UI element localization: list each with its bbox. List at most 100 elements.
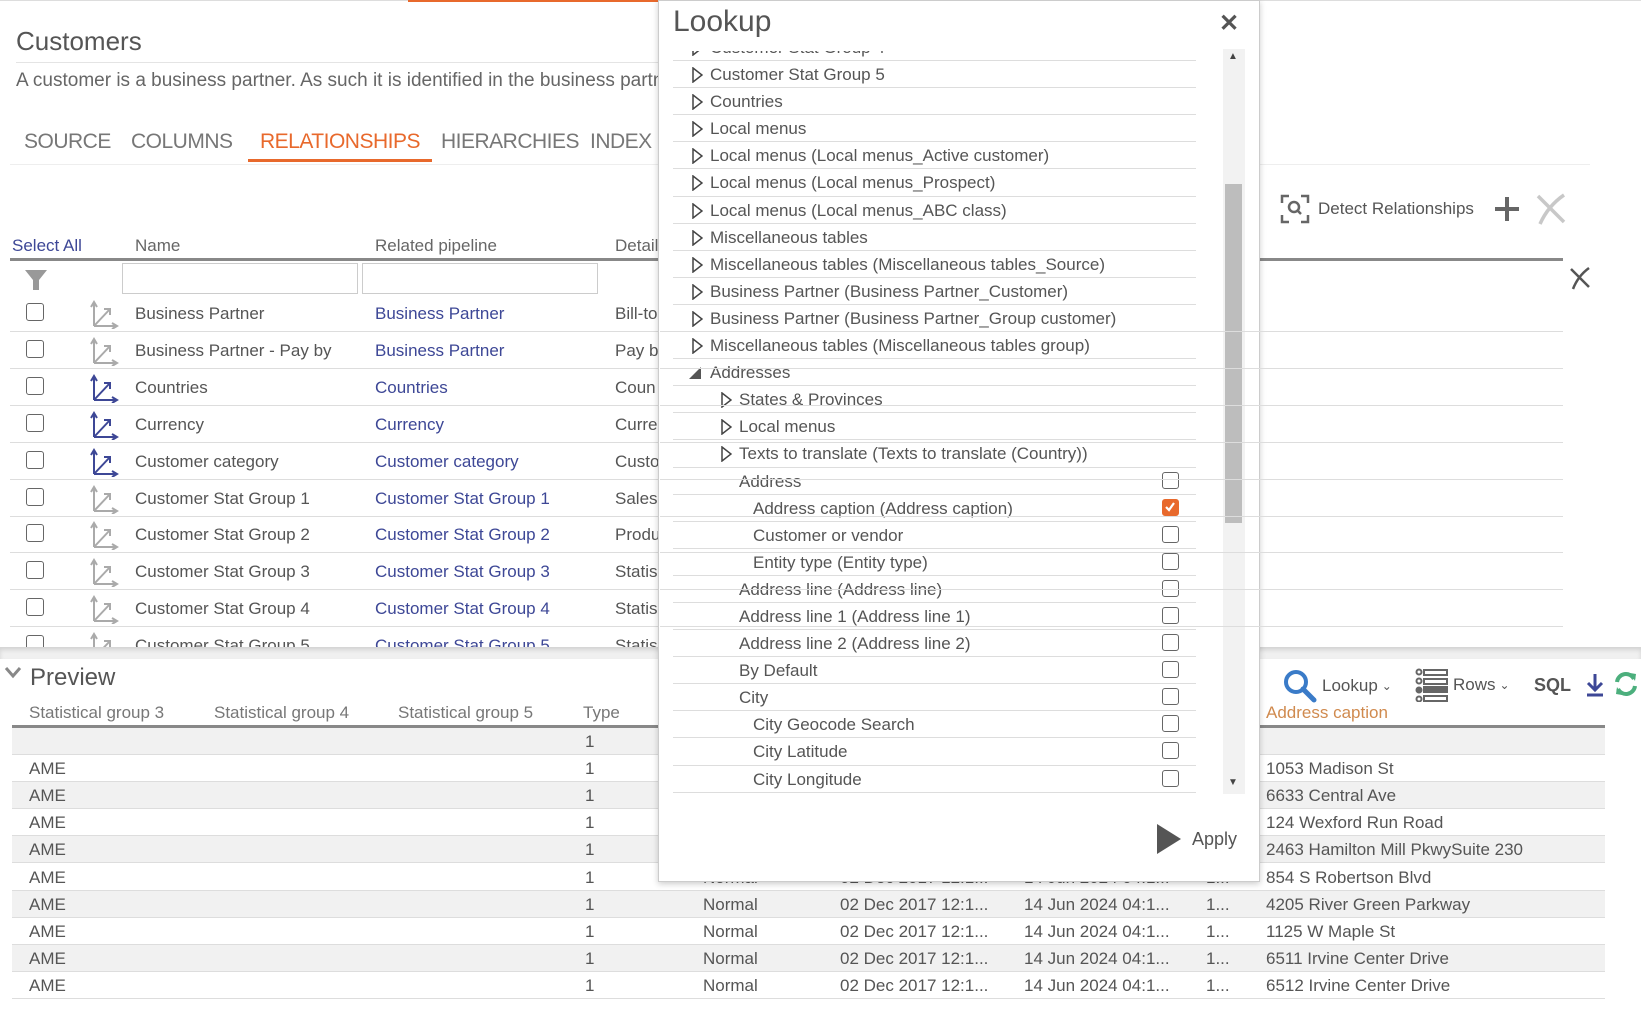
collapsed-triangle-icon[interactable] bbox=[692, 174, 704, 196]
tree-item[interactable]: Addresses bbox=[673, 359, 1196, 387]
add-icon[interactable] bbox=[1492, 194, 1522, 224]
table-row[interactable]: Customer Stat Group 5 Customer Stat Group… bbox=[10, 627, 660, 647]
tree-item[interactable]: Miscellaneous tables (Miscellaneous tabl… bbox=[673, 251, 1196, 278]
table-row[interactable]: Customer Stat Group 4 Customer Stat Group… bbox=[10, 590, 660, 628]
sql-button[interactable]: SQL bbox=[1534, 675, 1571, 696]
collapsed-triangle-icon[interactable] bbox=[692, 310, 704, 332]
tree-item[interactable]: Countries bbox=[673, 88, 1196, 116]
related-pipeline-link[interactable]: Countries bbox=[375, 378, 448, 398]
collapsed-triangle-icon[interactable] bbox=[692, 229, 704, 251]
row-checkbox[interactable] bbox=[26, 598, 44, 617]
table-row[interactable]: AME 1 Normal 02 Dec 2017 12:1... 14 Jun 2024… bbox=[12, 944, 1605, 972]
lookup-button[interactable]: Lookup ⌄ bbox=[1282, 668, 1392, 704]
row-checkbox[interactable] bbox=[26, 413, 44, 432]
collapsed-triangle-icon[interactable] bbox=[692, 202, 704, 224]
table-row[interactable]: Business Partner Business Partner Bill-to bbox=[10, 295, 660, 332]
related-pipeline-link[interactable]: Currency bbox=[375, 415, 444, 435]
table-row[interactable]: Customer Stat Group 1 Customer Stat Group… bbox=[10, 480, 660, 517]
tab-relationships[interactable]: RELATIONSHIPS bbox=[248, 130, 432, 162]
column-header-statistical-group-4[interactable]: Statistical group 4 bbox=[214, 703, 349, 723]
filter-icon[interactable] bbox=[24, 268, 48, 292]
column-header-statistical-group-5[interactable]: Statistical group 5 bbox=[398, 703, 533, 723]
table-row[interactable]: Countries Countries Coun bbox=[10, 369, 660, 406]
tree-item[interactable]: Customer Stat Group 5 bbox=[673, 61, 1196, 89]
collapsed-triangle-icon[interactable] bbox=[721, 418, 733, 440]
table-row[interactable]: Customer Stat Group 2 Customer Stat Group… bbox=[10, 516, 660, 554]
table-row[interactable]: Business Partner - Pay by Business Partne… bbox=[10, 332, 660, 369]
column-header-detail[interactable]: Detail bbox=[615, 236, 658, 256]
collapsed-triangle-icon[interactable] bbox=[721, 445, 733, 467]
collapsed-triangle-icon[interactable] bbox=[692, 337, 704, 359]
related-pipeline-link[interactable]: Business Partner bbox=[375, 304, 504, 324]
download-icon[interactable] bbox=[1584, 672, 1606, 698]
collapsed-triangle-icon[interactable] bbox=[721, 391, 733, 413]
checkbox[interactable] bbox=[1162, 688, 1179, 706]
tree-item[interactable]: Address caption (Address caption) bbox=[673, 495, 1196, 522]
checkbox[interactable] bbox=[1162, 552, 1179, 570]
checkbox[interactable] bbox=[1162, 715, 1179, 733]
table-row[interactable]: Currency Currency Curre bbox=[10, 406, 660, 443]
related-pipeline-link[interactable]: Customer Stat Group 3 bbox=[375, 562, 550, 582]
collapsed-triangle-icon[interactable] bbox=[692, 66, 704, 88]
checkbox[interactable] bbox=[1162, 661, 1179, 679]
tree-item[interactable]: City Latitude bbox=[673, 738, 1196, 766]
tree-item[interactable]: Local menus bbox=[673, 413, 1196, 441]
tree-item[interactable]: Texts to translate (Texts to translate (… bbox=[673, 440, 1196, 468]
collapsed-triangle-icon[interactable] bbox=[692, 120, 704, 142]
collapsed-triangle-icon[interactable] bbox=[692, 51, 703, 61]
tree-item[interactable]: Local menus (Local menus_ABC class) bbox=[673, 197, 1196, 224]
row-checkbox[interactable] bbox=[26, 524, 44, 543]
related-pipeline-link[interactable]: Business Partner bbox=[375, 341, 504, 361]
row-checkbox[interactable] bbox=[26, 450, 44, 469]
tree-item[interactable]: Customer Stat Group 4 bbox=[673, 51, 1196, 62]
tree-item[interactable]: City bbox=[673, 684, 1196, 712]
row-checkbox[interactable] bbox=[26, 376, 44, 395]
collapsed-triangle-icon[interactable] bbox=[692, 256, 704, 278]
scroll-down-icon[interactable]: ▼ bbox=[1228, 777, 1238, 788]
related-pipeline-link[interactable]: Customer Stat Group 5 bbox=[375, 636, 550, 647]
tab-index[interactable]: INDEX bbox=[590, 130, 652, 162]
collapsed-triangle-icon[interactable] bbox=[692, 147, 704, 169]
tree-item[interactable]: Business Partner (Business Partner_Group… bbox=[673, 305, 1196, 333]
column-header-related-pipeline[interactable]: Related pipeline bbox=[375, 236, 497, 256]
tree-item[interactable]: Local menus (Local menus_Prospect) bbox=[673, 169, 1196, 197]
tab-columns[interactable]: COLUMNS bbox=[131, 130, 233, 162]
table-row[interactable]: AME 1 Normal 02 Dec 2017 12:1... 14 Jun 2024… bbox=[12, 890, 1605, 918]
checkbox[interactable] bbox=[1162, 606, 1179, 624]
related-pipeline-link[interactable]: Customer Stat Group 1 bbox=[375, 489, 550, 509]
tab-hierarchies[interactable]: HIERARCHIES bbox=[441, 130, 580, 162]
row-checkbox[interactable] bbox=[26, 303, 44, 321]
related-pipeline-link[interactable]: Customer Stat Group 4 bbox=[375, 599, 550, 619]
column-header-name[interactable]: Name bbox=[135, 236, 180, 256]
clear-filter-icon[interactable] bbox=[1568, 266, 1592, 290]
checkbox[interactable] bbox=[1162, 471, 1179, 489]
column-header-address-caption[interactable]: Address caption bbox=[1266, 703, 1388, 723]
pipeline-filter-input[interactable] bbox=[362, 263, 598, 294]
tree-item[interactable]: Business Partner (Business Partner_Custo… bbox=[673, 278, 1196, 305]
tree-item[interactable]: Customer or vendor bbox=[673, 522, 1196, 549]
column-header-type[interactable]: Type bbox=[583, 703, 620, 723]
scrollbar-thumb[interactable] bbox=[1225, 184, 1242, 523]
row-checkbox[interactable] bbox=[26, 339, 44, 358]
apply-button[interactable]: Apply bbox=[1156, 823, 1237, 855]
scroll-up-icon[interactable]: ▲ bbox=[1228, 51, 1238, 62]
close-icon[interactable]: ✕ bbox=[1219, 9, 1239, 38]
select-all-link[interactable]: Select All bbox=[12, 236, 82, 256]
checkbox-checked[interactable] bbox=[1162, 498, 1179, 516]
collapsed-triangle-icon[interactable] bbox=[692, 93, 704, 115]
tree-item[interactable]: City Longitude bbox=[673, 766, 1196, 793]
related-pipeline-link[interactable]: Customer Stat Group 2 bbox=[375, 525, 550, 545]
tree-item[interactable]: Local menus (Local menus_Active customer… bbox=[673, 142, 1196, 170]
related-pipeline-link[interactable]: Customer category bbox=[375, 452, 519, 472]
refresh-icon[interactable] bbox=[1612, 670, 1640, 698]
rows-button[interactable]: Rows ⌄ bbox=[1415, 668, 1510, 702]
checkbox[interactable] bbox=[1162, 634, 1179, 652]
tree-item[interactable]: Local menus bbox=[673, 115, 1196, 143]
column-header-statistical-group-3[interactable]: Statistical group 3 bbox=[29, 703, 164, 723]
table-row[interactable]: Customer Stat Group 3 Customer Stat Group… bbox=[10, 553, 660, 591]
tree-item[interactable]: States & Provinces bbox=[673, 386, 1196, 414]
tab-source[interactable]: SOURCE bbox=[24, 130, 111, 162]
tree-item[interactable]: Address bbox=[673, 468, 1196, 495]
row-checkbox[interactable] bbox=[26, 635, 44, 647]
tree-item[interactable]: By Default bbox=[673, 657, 1196, 685]
